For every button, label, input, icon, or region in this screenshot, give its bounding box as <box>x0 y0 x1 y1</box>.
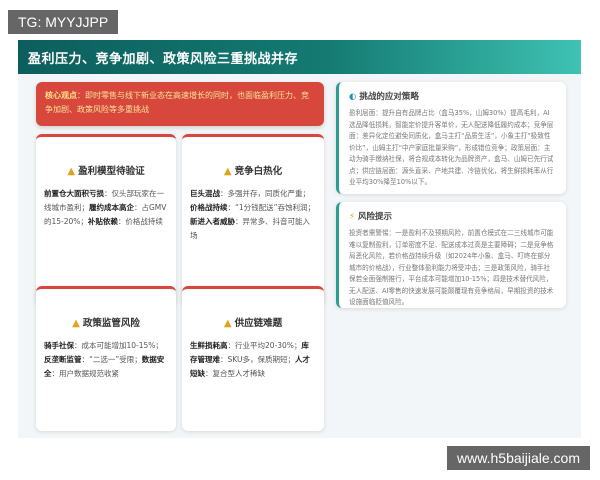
card-body: 骑手社保：成本可能增加10-15%；反垄断监管：“二选一”受限；数据安全：用户数… <box>44 341 165 378</box>
card-body: 生鲜损耗高：行业平均20-30%；库存管理难：SKU多，保质期短；人才短缺：复合… <box>190 341 310 378</box>
card-profit-model: ▲ 盈利模型待验证 前置仓大面积亏损：仅头部玩家在一线城市盈利；履约成本高企：占G… <box>36 134 176 306</box>
card-body: 巨头混战：多强并存，同质化严重；价格战持续：“1分钱配送”吞蚀利润；新进入者威胁… <box>190 189 316 240</box>
strategy-title: ◐ 挑战的应对策略 <box>349 92 419 102</box>
watermark-bottom: www.h5baijiale.com <box>447 446 590 470</box>
core-view-label: 核心观点 <box>45 91 77 100</box>
card-supply-chain: ▲ 供应链难题 生鲜损耗高：行业平均20-30%；库存管理难：SKU多，保质期短；… <box>182 286 324 431</box>
card-title: ▲ 供应链难题 <box>223 318 283 329</box>
card-policy-risk: ▲ 政策监管风险 骑手社保：成本可能增加10-15%；反垄断监管：“二选一”受限；… <box>36 286 176 431</box>
core-view-box: 核心观点：即时零售与线下新业态在高速增长的同时，也面临盈利压力、竞争加剧、政策风… <box>36 82 324 126</box>
lightning-icon: ⚡ <box>349 212 355 222</box>
card-competition: ▲ 竞争白热化 巨头混战：多强并存，同质化严重；价格战持续：“1分钱配送”吞蚀利润… <box>182 134 324 306</box>
slide-title: 盈利压力、竞争加剧、政策风险三重挑战并存 <box>28 51 299 67</box>
core-view-text: ：即时零售与线下新业态在高速增长的同时，也面临盈利压力、竞争加剧、政策风险等多重… <box>45 91 309 114</box>
risk-panel: ⚡ 风险提示 投资者需警惕：一是盈利不及预期风险，前置仓模式在二三线城市可能难以复… <box>336 202 566 308</box>
slide-header: 盈利压力、竞争加剧、政策风险三重挑战并存 <box>18 40 581 74</box>
warning-triangle-icon: ▲ <box>72 318 80 329</box>
card-title: ▲ 竞争白热化 <box>223 166 283 177</box>
warning-triangle-icon: ▲ <box>67 166 76 177</box>
card-title: ▲ 政策监管风险 <box>72 318 140 329</box>
card-body: 前置仓大面积亏损：仅头部玩家在一线城市盈利；履约成本高企：占GMV的15-20%… <box>44 189 167 226</box>
watermark-top: TG: MYYJJPP <box>8 10 119 34</box>
warning-triangle-icon: ▲ <box>223 166 232 177</box>
risk-text: 投资者需警惕：一是盈利不及预期风险，前置仓模式在二三线城市可能难以复制盈利，订单… <box>349 229 554 306</box>
shield-icon: ◐ <box>349 92 357 102</box>
strategy-text: 盈利层面：提升自有品牌占比（盒马35%，山姆30%）提高毛利，AI选品降低损耗，… <box>349 109 554 186</box>
warning-triangle-icon: ▲ <box>223 318 232 329</box>
card-title: ▲ 盈利模型待验证 <box>67 166 145 177</box>
strategy-panel: ◐ 挑战的应对策略 盈利层面：提升自有品牌占比（盒马35%，山姆30%）提高毛利，… <box>336 82 566 194</box>
slide: 盈利压力、竞争加剧、政策风险三重挑战并存 核心观点：即时零售与线下新业态在高速增… <box>18 40 581 438</box>
risk-title: ⚡ 风险提示 <box>349 212 392 222</box>
